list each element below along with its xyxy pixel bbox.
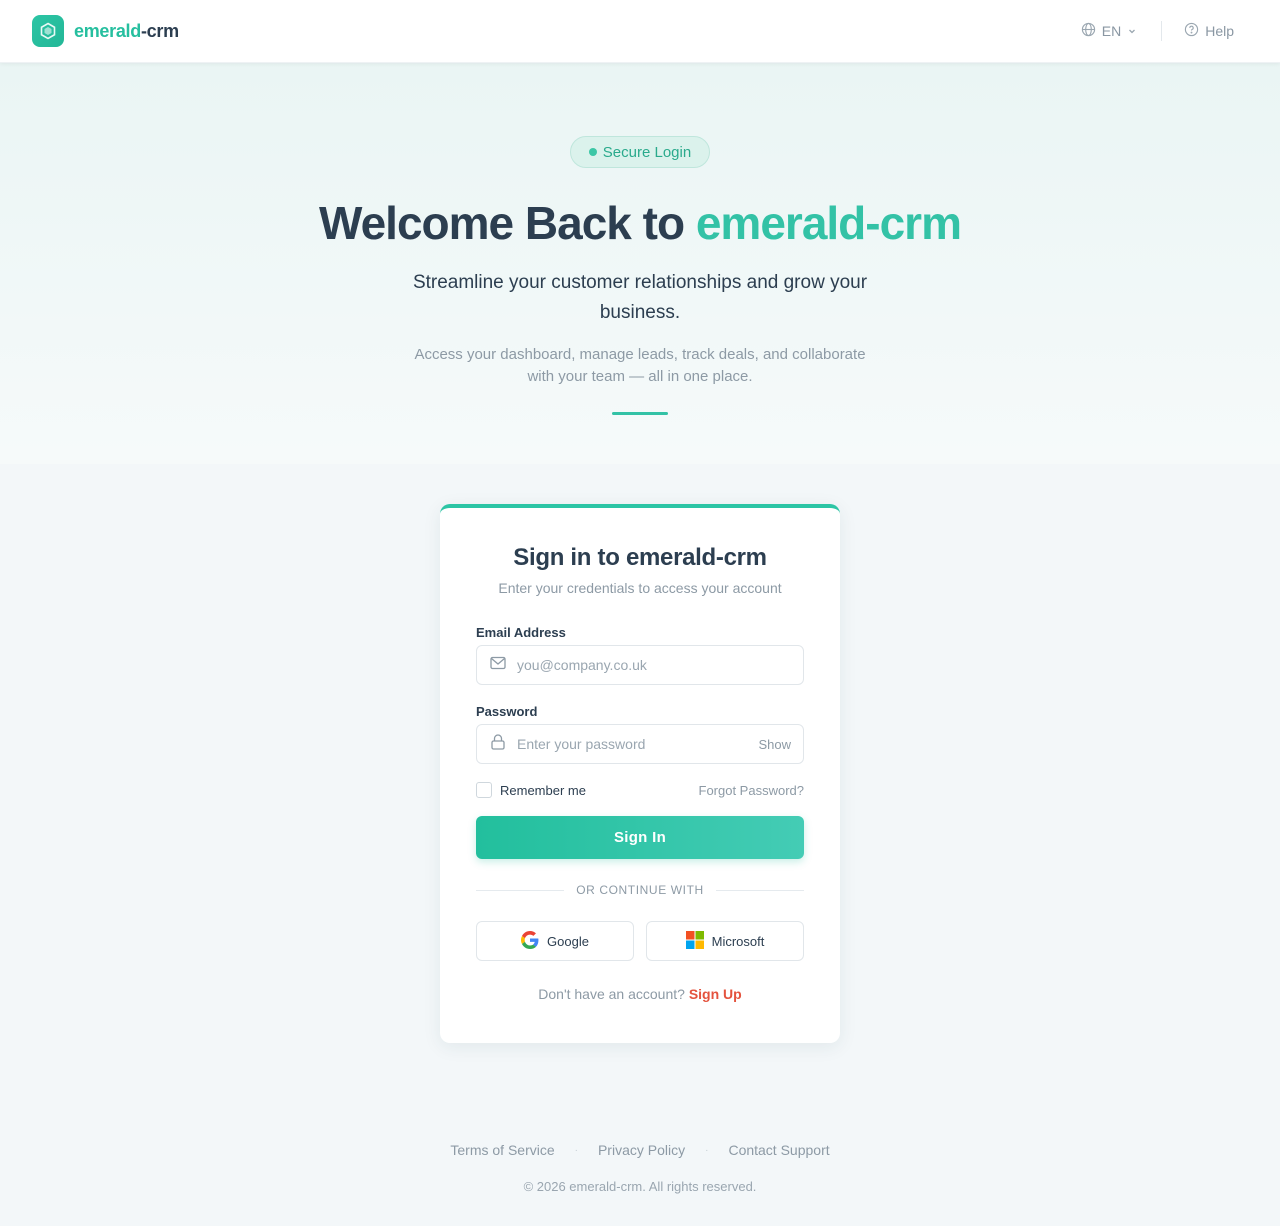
hero-title-prefix: Welcome Back to <box>319 197 696 249</box>
divider-label: OR CONTINUE WITH <box>576 883 704 897</box>
email-label: Email Address <box>476 625 566 640</box>
divider-line-left <box>476 889 565 891</box>
top-actions: EN Help <box>1081 16 1248 46</box>
mail-icon <box>489 654 507 677</box>
microsoft-icon <box>685 930 704 952</box>
copyright: © 2026 emerald-crm. All rights reserved. <box>523 1179 757 1194</box>
terms-of-service-link[interactable]: Terms of Service <box>450 1142 554 1158</box>
card-subtitle: Enter your credentials to access your ac… <box>498 580 782 596</box>
signup-row: Don't have an account? Sign Up <box>440 986 840 1002</box>
show-password-button[interactable]: Show <box>758 737 791 752</box>
remember-me[interactable]: Remember me <box>476 782 586 798</box>
lock-icon <box>489 733 507 756</box>
help-button[interactable]: Help <box>1170 16 1248 46</box>
globe-icon <box>1081 22 1096 40</box>
hero-title: Welcome Back to emerald-crm <box>0 196 1280 250</box>
footer-separator: · <box>705 1144 709 1156</box>
brand-logo-icon <box>32 15 64 47</box>
email-input[interactable] <box>517 657 791 673</box>
brand-name-accent: emerald <box>74 20 141 41</box>
hero-section: Secure Login Welcome Back to emerald-crm… <box>0 63 1280 464</box>
hero-description: Access your dashboard, manage leads, tra… <box>414 346 866 385</box>
remember-me-label: Remember me <box>500 782 586 798</box>
password-input[interactable] <box>517 736 759 752</box>
status-dot-icon <box>588 148 597 156</box>
email-field[interactable] <box>476 645 804 685</box>
sign-in-card: Sign in to emerald-crm Enter your creden… <box>440 504 840 1043</box>
remember-me-checkbox[interactable] <box>476 782 492 798</box>
password-field[interactable]: Show <box>476 724 804 764</box>
microsoft-sign-in-button[interactable]: Microsoft <box>646 921 804 961</box>
divider-line-right <box>715 889 804 891</box>
brand-name: emerald-crm <box>74 21 179 42</box>
signup-prompt: Don't have an account? <box>538 986 685 1002</box>
forgot-password-link[interactable]: Forgot Password? <box>699 783 805 798</box>
privacy-policy-link[interactable]: Privacy Policy <box>598 1142 685 1158</box>
hero-subtitle: Streamline your customer relationships a… <box>412 272 868 323</box>
card-title: Sign in to emerald-crm <box>513 544 767 571</box>
top-navigation-bar: emerald-crm EN Help <box>0 0 1280 63</box>
google-icon <box>521 930 539 952</box>
language-label: EN <box>1101 23 1122 39</box>
hero-accent-line <box>612 412 668 415</box>
help-circle-icon <box>1184 22 1199 40</box>
footer-links: Terms of Service · Privacy Policy · Cont… <box>0 1142 1280 1158</box>
sign-up-link[interactable]: Sign Up <box>689 986 742 1002</box>
remember-row: Remember me Forgot Password? <box>476 778 804 802</box>
brand-name-rest: -crm <box>140 20 179 41</box>
secure-login-badge: Secure Login <box>570 136 710 168</box>
brand[interactable]: emerald-crm <box>32 15 179 47</box>
microsoft-label: Microsoft <box>711 933 765 949</box>
password-label: Password <box>476 704 538 719</box>
header-divider <box>1161 21 1163 41</box>
language-selector[interactable]: EN <box>1081 16 1155 46</box>
hero-title-accent: emerald-crm <box>695 197 962 249</box>
contact-support-link[interactable]: Contact Support <box>728 1142 829 1158</box>
social-divider: OR CONTINUE WITH <box>476 882 804 898</box>
sign-in-button[interactable]: Sign In <box>476 816 804 859</box>
google-sign-in-button[interactable]: Google <box>476 921 634 961</box>
chevron-down-icon <box>1127 23 1137 39</box>
badge-label: Secure Login <box>602 143 692 161</box>
footer-separator: · <box>574 1144 578 1156</box>
help-label: Help <box>1205 23 1234 39</box>
google-label: Google <box>547 933 589 949</box>
